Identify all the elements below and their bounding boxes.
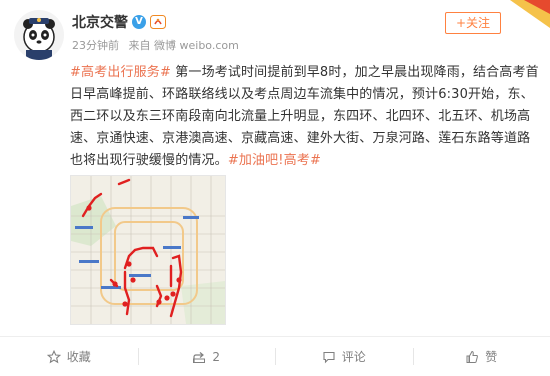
author-name[interactable]: 北京交警 <box>72 12 128 32</box>
avatar[interactable] <box>14 10 64 60</box>
like-button[interactable]: 赞 <box>412 337 550 376</box>
post-source: 来自 微博 weibo.com <box>128 39 239 52</box>
panda-avatar-icon <box>14 10 64 60</box>
comment-icon <box>323 351 335 363</box>
weibo-post-card: 北京交警 V 23分钟前 来自 微博 weibo.com +关注 #高考出行服务… <box>0 0 550 376</box>
collect-label: 收藏 <box>66 350 91 364</box>
share-button[interactable]: 2 <box>137 337 276 376</box>
post-time[interactable]: 23分钟前 <box>72 39 119 52</box>
follow-button[interactable]: +关注 <box>445 12 501 34</box>
author-row: 北京交警 V <box>72 12 166 32</box>
traffic-map-graphic <box>71 176 225 324</box>
gov-badge-icon <box>150 15 166 29</box>
like-icon <box>466 350 479 363</box>
collect-button[interactable]: 收藏 <box>0 337 138 376</box>
post-meta: 23分钟前 来自 微博 weibo.com <box>72 37 245 53</box>
share-count: 2 <box>212 349 221 364</box>
comment-label: 评论 <box>341 350 366 364</box>
collect-icon <box>46 349 61 363</box>
like-label: 赞 <box>485 350 498 364</box>
topic-link[interactable]: #高考出行服务# <box>70 65 171 80</box>
comment-button[interactable]: 评论 <box>275 337 413 376</box>
verified-icon: V <box>132 15 146 29</box>
share-icon <box>193 351 206 363</box>
topic-link[interactable]: #加油吧!高考# <box>228 153 321 168</box>
post-content: #高考出行服务# 第一场考试时间提前到早8时，加之早晨出现降雨，结合高考首日早高… <box>70 62 540 172</box>
action-bar: 收藏 2 评论 赞 <box>0 337 550 376</box>
traffic-map-image[interactable] <box>70 175 226 325</box>
